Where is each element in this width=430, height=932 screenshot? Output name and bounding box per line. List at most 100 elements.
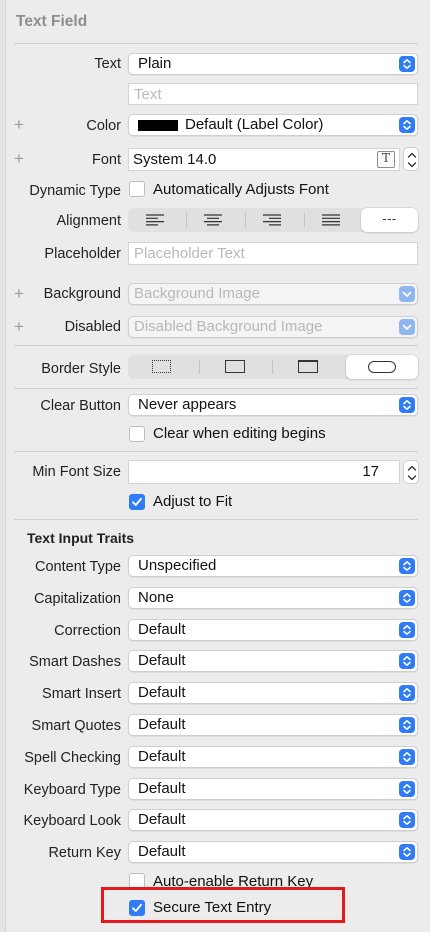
chevron-updown-icon — [399, 685, 415, 701]
smart-quotes-label: Smart Quotes — [31, 718, 121, 734]
auto-adjust-font-label: Automatically Adjusts Font — [153, 181, 329, 198]
border-none-segment[interactable] — [128, 355, 196, 379]
plus-icon[interactable]: + — [12, 318, 26, 335]
min-font-size-field[interactable]: 17 — [128, 460, 400, 484]
adjust-to-fit-label: Adjust to Fit — [153, 493, 233, 510]
min-font-size-stepper[interactable] — [403, 460, 419, 484]
disabled-background-value: Disabled Background Image — [134, 318, 323, 335]
content-type-popup[interactable]: Unspecified — [128, 555, 418, 577]
color-swatch — [138, 120, 178, 131]
smart-dashes-popup[interactable]: Default — [128, 650, 418, 672]
color-value: Default (Label Color) — [185, 116, 324, 133]
disabled-background-popup[interactable]: Disabled Background Image — [128, 316, 418, 338]
chevron-down-icon — [399, 319, 415, 335]
separator — [14, 519, 418, 520]
left-gutter — [0, 0, 6, 932]
alignment-segmented-control[interactable]: --- — [128, 208, 418, 232]
border-none-icon — [152, 360, 171, 373]
section-title: Text Field — [16, 13, 88, 30]
content-type-label: Content Type — [35, 559, 121, 575]
keyboard-look-value: Default — [138, 811, 186, 828]
chevron-updown-icon — [399, 117, 415, 133]
return-key-label: Return Key — [48, 845, 121, 861]
smart-insert-popup[interactable]: Default — [128, 682, 418, 704]
align-center-segment[interactable] — [188, 208, 242, 232]
dynamic-type-label: Dynamic Type — [29, 183, 121, 199]
text-type-popup[interactable]: Plain — [128, 53, 418, 75]
align-left-icon — [146, 214, 164, 226]
align-left-segment[interactable] — [128, 208, 182, 232]
spell-checking-popup[interactable]: Default — [128, 746, 418, 768]
return-key-popup[interactable]: Default — [128, 841, 418, 863]
alignment-label: Alignment — [56, 213, 121, 229]
font-picker-icon[interactable]: T — [377, 151, 395, 168]
checkmark-icon — [132, 497, 142, 506]
correction-popup[interactable]: Default — [128, 619, 418, 641]
clear-button-label: Clear Button — [40, 398, 121, 414]
smart-dashes-value: Default — [138, 652, 186, 669]
border-style-label: Border Style — [41, 361, 121, 377]
chevron-updown-icon — [399, 558, 415, 574]
font-field[interactable]: System 14.0 T — [128, 148, 400, 171]
clear-button-value: Never appears — [138, 396, 237, 413]
correction-label: Correction — [54, 623, 121, 639]
clear-when-editing-label: Clear when editing begins — [153, 425, 326, 442]
return-key-value: Default — [138, 843, 186, 860]
background-image-popup[interactable]: Background Image — [128, 283, 418, 305]
keyboard-type-value: Default — [138, 780, 186, 797]
chevron-updown-icon — [399, 56, 415, 72]
separator — [14, 388, 418, 389]
auto-adjust-font-checkbox[interactable] — [129, 181, 145, 197]
keyboard-type-label: Keyboard Type — [23, 782, 121, 798]
align-justified-segment[interactable] — [306, 208, 360, 232]
background-image-value: Background Image — [134, 285, 260, 302]
keyboard-type-popup[interactable]: Default — [128, 778, 418, 800]
text-type-value: Plain — [138, 55, 172, 72]
separator — [14, 43, 418, 44]
text-input-placeholder: Text — [134, 86, 162, 103]
chevron-updown-icon — [399, 590, 415, 606]
plus-icon[interactable]: + — [12, 116, 26, 133]
capitalization-popup[interactable]: None — [128, 587, 418, 609]
placeholder-input[interactable]: Placeholder Text — [128, 242, 418, 265]
align-right-icon — [263, 214, 281, 226]
chevron-updown-icon — [399, 622, 415, 638]
align-natural-segment[interactable]: --- — [361, 208, 418, 232]
text-input[interactable]: Text — [128, 83, 418, 105]
separator — [14, 451, 418, 452]
plus-icon[interactable]: + — [12, 150, 26, 167]
plus-icon[interactable]: + — [12, 285, 26, 302]
text-label: Text — [94, 56, 121, 72]
border-line-icon — [225, 360, 245, 373]
min-font-size-label: Min Font Size — [32, 464, 121, 480]
smart-insert-value: Default — [138, 684, 186, 701]
adjust-to-fit-checkbox[interactable] — [129, 494, 145, 510]
smart-dashes-label: Smart Dashes — [29, 654, 121, 670]
keyboard-look-popup[interactable]: Default — [128, 809, 418, 831]
font-size-stepper[interactable] — [403, 147, 419, 171]
align-right-segment[interactable] — [247, 208, 301, 232]
chevron-updown-icon — [399, 653, 415, 669]
content-type-value: Unspecified — [138, 557, 217, 574]
align-justified-icon — [322, 214, 340, 226]
correction-value: Default — [138, 621, 186, 638]
color-popup[interactable]: Default (Label Color) — [128, 114, 418, 136]
background-label: Background — [43, 286, 121, 302]
clear-when-editing-checkbox[interactable] — [129, 426, 145, 442]
border-style-segmented-control[interactable] — [128, 355, 418, 379]
smart-quotes-value: Default — [138, 716, 186, 733]
text-input-traits-title: Text Input Traits — [27, 530, 135, 546]
clear-button-popup[interactable]: Never appears — [128, 394, 418, 416]
border-rounded-segment[interactable] — [346, 355, 418, 379]
smart-quotes-popup[interactable]: Default — [128, 714, 418, 736]
border-rounded-icon — [368, 361, 396, 373]
font-value: System 14.0 — [133, 151, 217, 168]
border-line-segment[interactable] — [201, 355, 269, 379]
separator — [14, 345, 418, 346]
spell-checking-label: Spell Checking — [24, 750, 121, 766]
border-bezel-segment[interactable] — [274, 355, 342, 379]
chevron-updown-icon — [399, 812, 415, 828]
placeholder-input-placeholder: Placeholder Text — [134, 245, 245, 262]
chevron-updown-icon — [399, 717, 415, 733]
align-center-icon — [204, 214, 222, 226]
